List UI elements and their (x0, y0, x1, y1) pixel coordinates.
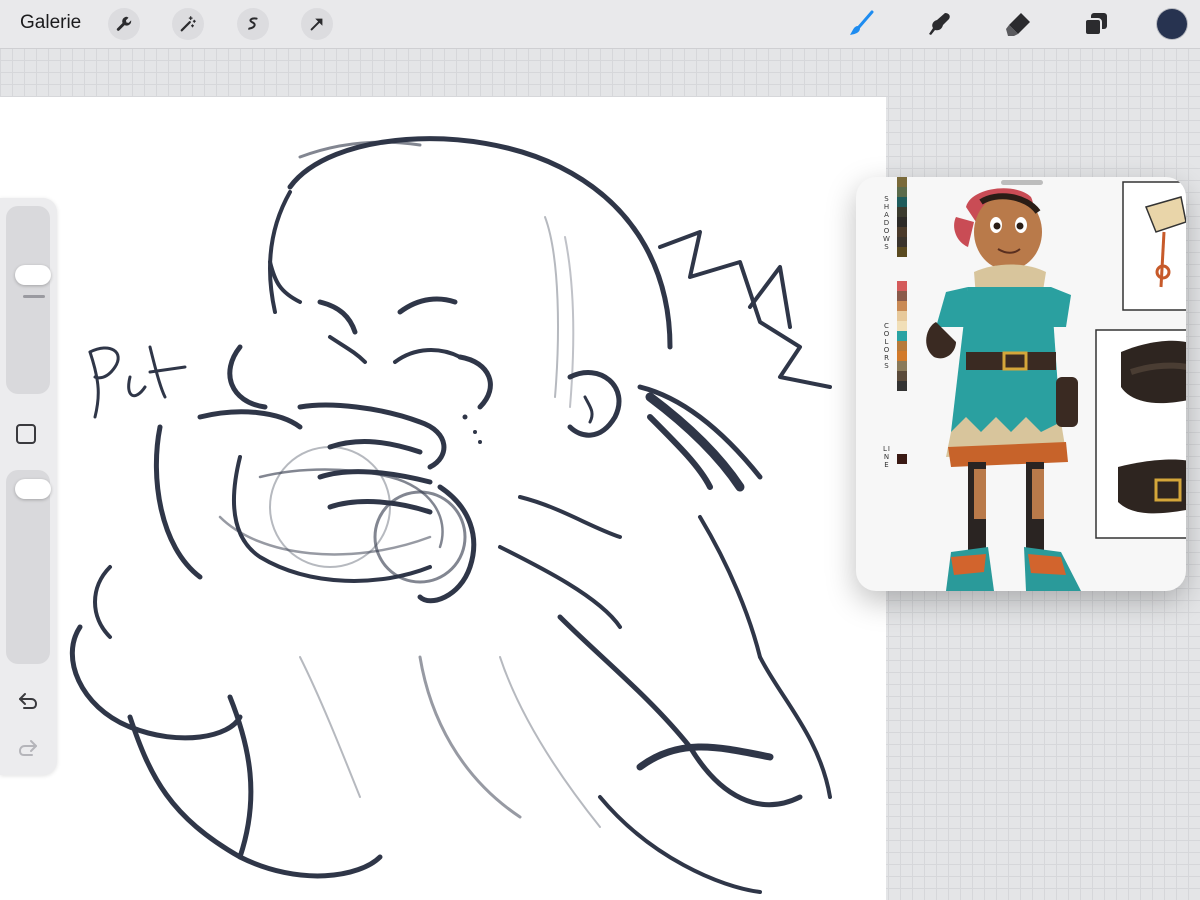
left-sidebar (0, 198, 57, 775)
gallery-button[interactable]: Galerie (20, 12, 81, 34)
selection-icon[interactable] (237, 8, 269, 40)
drawing-canvas[interactable] (0, 97, 886, 900)
opacity-slider[interactable] (6, 470, 51, 664)
redo-icon[interactable] (16, 735, 40, 759)
smudge-icon[interactable] (923, 8, 955, 40)
top-toolbar: Galerie (0, 0, 1200, 49)
sketch-artwork (69, 136, 832, 894)
opacity-thumb[interactable] (15, 479, 51, 499)
modify-square-button[interactable] (16, 424, 36, 444)
character-figure (926, 188, 1081, 591)
brush-size-thumb[interactable] (15, 265, 51, 285)
transform-arrow-icon[interactable] (301, 8, 333, 40)
brush-size-marker (23, 295, 45, 298)
brush-icon[interactable] (845, 8, 877, 40)
eraser-icon[interactable] (1002, 8, 1034, 40)
brush-size-slider[interactable] (6, 206, 51, 394)
detail-panels (1095, 181, 1186, 539)
color-picker-button[interactable] (1157, 9, 1187, 39)
wrench-icon[interactable] (108, 8, 140, 40)
layers-icon[interactable] (1080, 8, 1112, 40)
reference-window[interactable]: SHADOWS COLORS LINE (856, 177, 1186, 591)
character-reference-image (926, 181, 1186, 591)
magic-wand-icon[interactable] (172, 8, 204, 40)
undo-icon[interactable] (16, 688, 40, 712)
